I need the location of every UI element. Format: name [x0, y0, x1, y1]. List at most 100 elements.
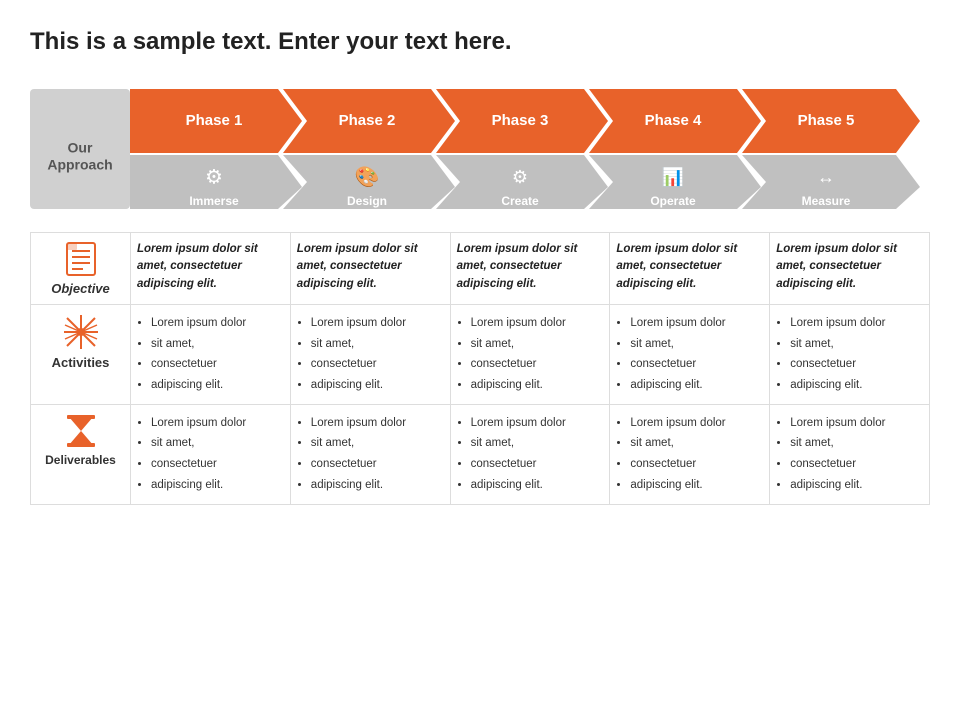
content-table: Objective Lorem ipsum dolor sit amet, co… [30, 232, 930, 505]
activities-cell-2: Lorem ipsum dolor sit amet, consectetuer… [290, 305, 450, 405]
activities-cell-3: Lorem ipsum dolor sit amet, consectetuer… [450, 305, 610, 405]
deliverables-list-3: Lorem ipsum dolor sit amet, consectetuer… [457, 413, 604, 496]
list-item: Lorem ipsum dolor [151, 313, 284, 334]
svg-text:Measure: Measure [802, 194, 851, 208]
list-item: Lorem ipsum dolor [630, 413, 763, 434]
list-item: adipiscing elit. [311, 375, 444, 396]
list-item: Lorem ipsum dolor [790, 313, 923, 334]
activities-list-5: Lorem ipsum dolor sit amet, consectetuer… [776, 313, 923, 396]
deliverables-list-4: Lorem ipsum dolor sit amet, consectetuer… [616, 413, 763, 496]
svg-text:⚙: ⚙ [205, 166, 223, 188]
svg-text:Design: Design [347, 194, 387, 208]
svg-text:Phase 1: Phase 1 [186, 112, 243, 129]
objective-row: Objective Lorem ipsum dolor sit amet, co… [31, 233, 930, 305]
list-item: Lorem ipsum dolor [151, 413, 284, 434]
list-item: Lorem ipsum dolor [471, 313, 604, 334]
list-item: sit amet, [311, 433, 444, 454]
list-item: adipiscing elit. [151, 375, 284, 396]
activities-label: Activities [52, 355, 110, 370]
page: This is a sample text. Enter your text h… [0, 0, 960, 720]
svg-text:↔: ↔ [817, 167, 835, 187]
list-item: Lorem ipsum dolor [311, 313, 444, 334]
objective-cell-1: Lorem ipsum dolor sit amet, consectetuer… [131, 233, 291, 305]
activities-icon [62, 313, 100, 351]
deliverables-row: Deliverables Lorem ipsum dolor sit amet,… [31, 404, 930, 504]
objective-text-2: Lorem ipsum dolor sit amet, consectetuer… [297, 243, 418, 290]
svg-text:Approach: Approach [47, 157, 112, 173]
phases-svg: Our Approach Phase 1 Phase 2 Phase 3 P [30, 74, 930, 224]
list-item: adipiscing elit. [630, 475, 763, 496]
list-item: adipiscing elit. [630, 375, 763, 396]
list-item: sit amet, [311, 334, 444, 355]
objective-cell-4: Lorem ipsum dolor sit amet, consectetuer… [610, 233, 770, 305]
svg-text:📊: 📊 [662, 166, 684, 187]
objective-text-4: Lorem ipsum dolor sit amet, consectetuer… [616, 243, 737, 290]
objective-cell-2: Lorem ipsum dolor sit amet, consectetuer… [290, 233, 450, 305]
list-item: sit amet, [630, 433, 763, 454]
list-item: adipiscing elit. [151, 475, 284, 496]
list-item: sit amet, [151, 334, 284, 355]
activities-cell-5: Lorem ipsum dolor sit amet, consectetuer… [770, 305, 930, 405]
deliverables-cell-3: Lorem ipsum dolor sit amet, consectetuer… [450, 404, 610, 504]
list-item: consectetuer [151, 454, 284, 475]
objective-cell-5: Lorem ipsum dolor sit amet, consectetuer… [770, 233, 930, 305]
list-item: consectetuer [311, 354, 444, 375]
svg-text:Immerse: Immerse [189, 194, 239, 208]
list-item: sit amet, [790, 433, 923, 454]
activities-list-1: Lorem ipsum dolor sit amet, consectetuer… [137, 313, 284, 396]
list-item: consectetuer [151, 354, 284, 375]
svg-text:⚙: ⚙ [512, 167, 528, 187]
svg-text:🎨: 🎨 [355, 164, 380, 188]
deliverables-cell-2: Lorem ipsum dolor sit amet, consectetuer… [290, 404, 450, 504]
activities-header: Activities [31, 305, 131, 405]
list-item: consectetuer [471, 354, 604, 375]
list-item: sit amet, [471, 433, 604, 454]
phases-header: Our Approach Phase 1 Phase 2 Phase 3 P [30, 74, 930, 224]
activities-list-4: Lorem ipsum dolor sit amet, consectetuer… [616, 313, 763, 396]
objective-cell-3: Lorem ipsum dolor sit amet, consectetuer… [450, 233, 610, 305]
list-item: adipiscing elit. [790, 375, 923, 396]
list-item: consectetuer [790, 454, 923, 475]
deliverables-list-1: Lorem ipsum dolor sit amet, consectetuer… [137, 413, 284, 496]
deliverables-cell-4: Lorem ipsum dolor sit amet, consectetuer… [610, 404, 770, 504]
list-item: Lorem ipsum dolor [630, 313, 763, 334]
deliverables-list-5: Lorem ipsum dolor sit amet, consectetuer… [776, 413, 923, 496]
deliverables-cell-1: Lorem ipsum dolor sit amet, consectetuer… [131, 404, 291, 504]
svg-text:Phase 2: Phase 2 [339, 112, 396, 129]
deliverables-label: Deliverables [45, 453, 116, 467]
list-item: sit amet, [471, 334, 604, 355]
objective-label: Objective [51, 281, 110, 296]
list-item: adipiscing elit. [471, 375, 604, 396]
objective-text-1: Lorem ipsum dolor sit amet, consectetuer… [137, 243, 258, 290]
activities-list-2: Lorem ipsum dolor sit amet, consectetuer… [297, 313, 444, 396]
list-item: adipiscing elit. [311, 475, 444, 496]
activities-cell-1: Lorem ipsum dolor sit amet, consectetuer… [131, 305, 291, 405]
objective-icon [63, 241, 99, 277]
svg-text:Create: Create [501, 194, 539, 208]
list-item: consectetuer [471, 454, 604, 475]
list-item: Lorem ipsum dolor [790, 413, 923, 434]
objective-text-5: Lorem ipsum dolor sit amet, consectetuer… [776, 243, 897, 290]
svg-text:Operate: Operate [650, 194, 696, 208]
activities-cell-4: Lorem ipsum dolor sit amet, consectetuer… [610, 305, 770, 405]
deliverables-cell-5: Lorem ipsum dolor sit amet, consectetuer… [770, 404, 930, 504]
activities-row: Activities Lorem ipsum dolor sit amet, c… [31, 305, 930, 405]
deliverables-header: Deliverables [31, 404, 131, 504]
objective-header: Objective [31, 233, 131, 305]
svg-text:Phase 3: Phase 3 [492, 112, 549, 129]
list-item: sit amet, [151, 433, 284, 454]
list-item: consectetuer [311, 454, 444, 475]
list-item: adipiscing elit. [790, 475, 923, 496]
main-title: This is a sample text. Enter your text h… [30, 28, 930, 56]
list-item: sit amet, [790, 334, 923, 355]
deliverables-list-2: Lorem ipsum dolor sit amet, consectetuer… [297, 413, 444, 496]
list-item: consectetuer [630, 454, 763, 475]
list-item: Lorem ipsum dolor [311, 413, 444, 434]
deliverables-icon [63, 413, 99, 449]
activities-list-3: Lorem ipsum dolor sit amet, consectetuer… [457, 313, 604, 396]
list-item: consectetuer [790, 354, 923, 375]
objective-text-3: Lorem ipsum dolor sit amet, consectetuer… [457, 243, 578, 290]
svg-text:Phase 5: Phase 5 [798, 112, 855, 129]
list-item: sit amet, [630, 334, 763, 355]
svg-text:Our: Our [68, 140, 93, 156]
